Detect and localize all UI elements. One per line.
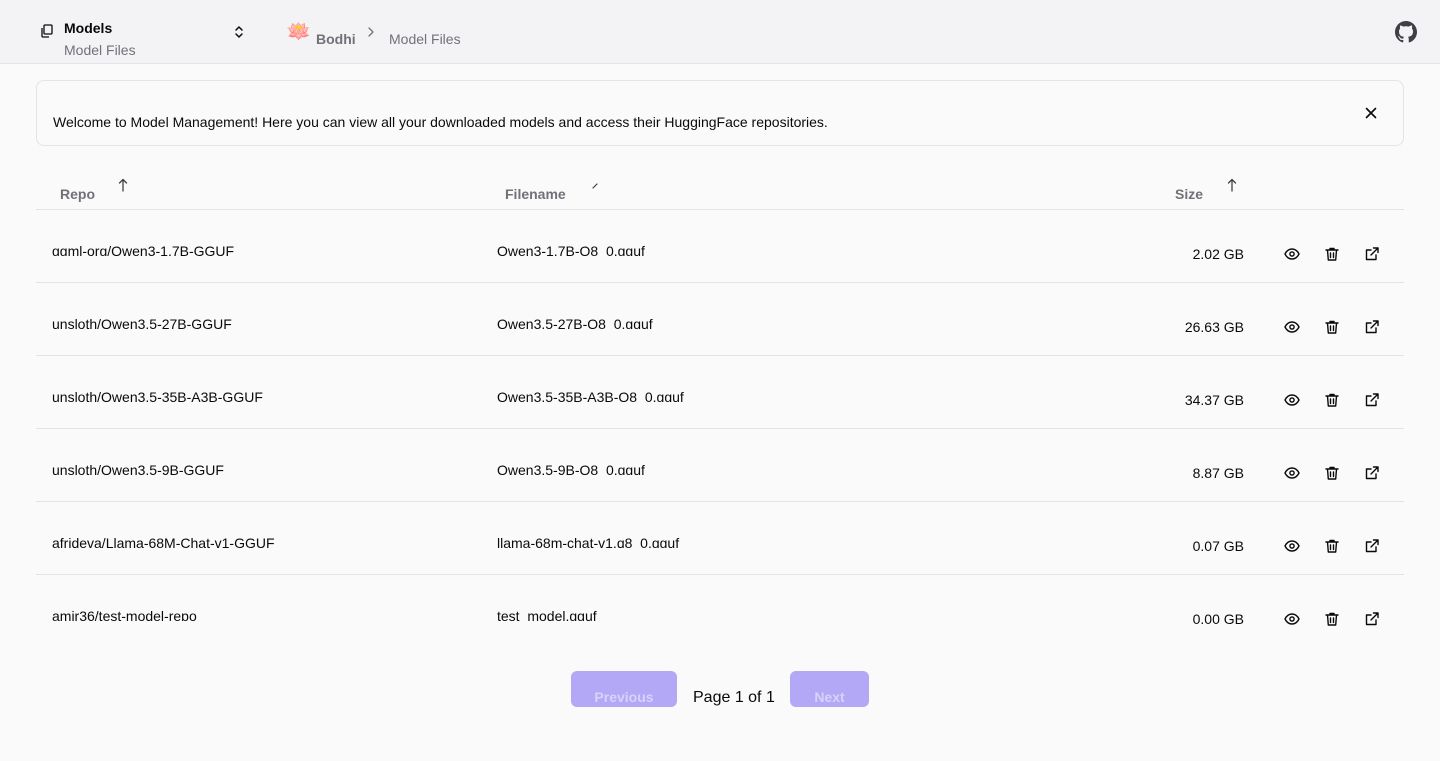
eye-icon[interactable] <box>1284 392 1300 408</box>
page-switcher[interactable]: Models Model Files <box>36 14 250 60</box>
chevrons-up-down-icon <box>235 26 243 38</box>
trash-icon[interactable] <box>1324 538 1340 554</box>
external-link-icon[interactable] <box>1364 246 1380 262</box>
repo-name: unsloth/Qwen3.5-27B-GGUF <box>52 316 232 329</box>
external-link-icon[interactable] <box>1364 465 1380 481</box>
nav-title: Models <box>64 20 113 36</box>
column-header-filename[interactable]: Filename <box>505 186 566 202</box>
filename-cell: Qwen3-1.7B-Q8_0.gguf <box>497 240 1117 256</box>
eye-icon[interactable] <box>1284 611 1300 627</box>
size-cell: 0.07 GB <box>1192 538 1244 554</box>
filename: test_model.gguf <box>497 608 597 621</box>
filename: Qwen3.5-27B-Q8_0.gguf <box>497 316 653 329</box>
files-icon <box>41 24 53 38</box>
trash-icon[interactable] <box>1324 319 1340 335</box>
welcome-banner: Welcome to Model Management! Here you ca… <box>36 80 1404 146</box>
table-row: ggml-org/Qwen3-1.7B-GGUF Qwen3-1.7B-Q8_0.… <box>36 210 1404 283</box>
next-button[interactable]: Next <box>790 671 869 707</box>
filename: Qwen3.5-9B-Q8_0.gguf <box>497 462 645 475</box>
filename-cell: Qwen3.5-35B-A3B-Q8_0.gguf <box>497 386 1117 402</box>
size-cell: 26.63 GB <box>1184 319 1244 335</box>
size-cell: 0.00 GB <box>1192 611 1244 627</box>
table-row: unsloth/Qwen3.5-27B-GGUF Qwen3.5-27B-Q8_0… <box>36 283 1404 356</box>
table-header: Repo Filename Size <box>36 166 1404 210</box>
repo-name: unsloth/Qwen3.5-35B-A3B-GGUF <box>52 389 263 402</box>
model-files-table: Repo Filename Size ggml-org/Qwen3-1.7B-G… <box>36 166 1404 630</box>
size-cell: 2.02 GB <box>1192 246 1244 262</box>
repo-cell: unsloth/Qwen3.5-9B-GGUF <box>52 459 492 475</box>
breadcrumb-home-link[interactable]: Bodhi <box>316 31 356 47</box>
size-cell: 8.87 GB <box>1192 465 1244 481</box>
eye-icon[interactable] <box>1284 319 1300 335</box>
chevron-right-icon <box>368 27 374 37</box>
arrow-up-icon[interactable] <box>118 178 128 192</box>
table-row: afrideva/Llama-68M-Chat-v1-GGUF llama-68m… <box>36 502 1404 575</box>
table-row: amir36/test-model-repo test_model.gguf 0.0… <box>36 575 1404 630</box>
filename: Qwen3-1.7B-Q8_0.gguf <box>497 243 645 256</box>
external-link-icon[interactable] <box>1364 611 1380 627</box>
external-link-icon[interactable] <box>1364 392 1380 408</box>
top-header: Models Model Files 🪷 Bodhi Model Files <box>0 0 1440 64</box>
trash-icon[interactable] <box>1324 392 1340 408</box>
page-info: Page 1 of 1 <box>693 689 775 706</box>
table-row: unsloth/Qwen3.5-35B-A3B-GGUF Qwen3.5-35B-… <box>36 356 1404 429</box>
close-icon[interactable] <box>1363 105 1379 121</box>
github-icon[interactable] <box>1395 21 1417 43</box>
nav-subtitle: Model Files <box>64 42 136 58</box>
repo-name: amir36/test-model-repo <box>52 608 197 621</box>
repo-cell: amir36/test-model-repo <box>52 605 492 621</box>
size-cell: 34.37 GB <box>1184 392 1244 408</box>
filename-cell: Qwen3.5-27B-Q8_0.gguf <box>497 313 1117 329</box>
filename: Qwen3.5-35B-A3B-Q8_0.gguf <box>497 389 684 402</box>
eye-icon[interactable] <box>1284 465 1300 481</box>
repo-cell: unsloth/Qwen3.5-27B-GGUF <box>52 313 492 329</box>
external-link-icon[interactable] <box>1364 538 1380 554</box>
breadcrumb-current: Model Files <box>389 31 461 47</box>
filename: llama-68m-chat-v1.q8_0.gguf <box>497 535 680 548</box>
filename-cell: test_model.gguf <box>497 605 1117 621</box>
repo-name: ggml-org/Qwen3-1.7B-GGUF <box>52 243 235 256</box>
repo-cell: unsloth/Qwen3.5-35B-A3B-GGUF <box>52 386 492 402</box>
arrow-up-icon[interactable] <box>1227 178 1237 192</box>
trash-icon[interactable] <box>1324 465 1340 481</box>
filename-cell: Qwen3.5-9B-Q8_0.gguf <box>497 459 1117 475</box>
eye-icon[interactable] <box>1284 246 1300 262</box>
trash-icon[interactable] <box>1324 611 1340 627</box>
column-header-repo[interactable]: Repo <box>60 186 95 202</box>
external-link-icon[interactable] <box>1364 319 1380 335</box>
pagination: Previous Page 1 of 1 Next <box>0 671 1440 707</box>
repo-name: unsloth/Qwen3.5-9B-GGUF <box>52 462 224 475</box>
filename-cell: llama-68m-chat-v1.q8_0.gguf <box>497 532 1117 548</box>
sort-indicator-icon[interactable] <box>590 180 600 194</box>
repo-name: afrideva/Llama-68M-Chat-v1-GGUF <box>52 535 275 548</box>
repo-cell: afrideva/Llama-68M-Chat-v1-GGUF <box>52 532 492 548</box>
column-header-size[interactable]: Size <box>1175 186 1203 202</box>
eye-icon[interactable] <box>1284 538 1300 554</box>
bodhi-logo-icon: 🪷 <box>286 21 311 43</box>
table-row: unsloth/Qwen3.5-9B-GGUF Qwen3.5-9B-Q8_0.g… <box>36 429 1404 502</box>
banner-text: Welcome to Model Management! Here you ca… <box>53 114 828 130</box>
repo-cell: ggml-org/Qwen3-1.7B-GGUF <box>52 240 492 256</box>
trash-icon[interactable] <box>1324 246 1340 262</box>
previous-button[interactable]: Previous <box>571 671 677 707</box>
